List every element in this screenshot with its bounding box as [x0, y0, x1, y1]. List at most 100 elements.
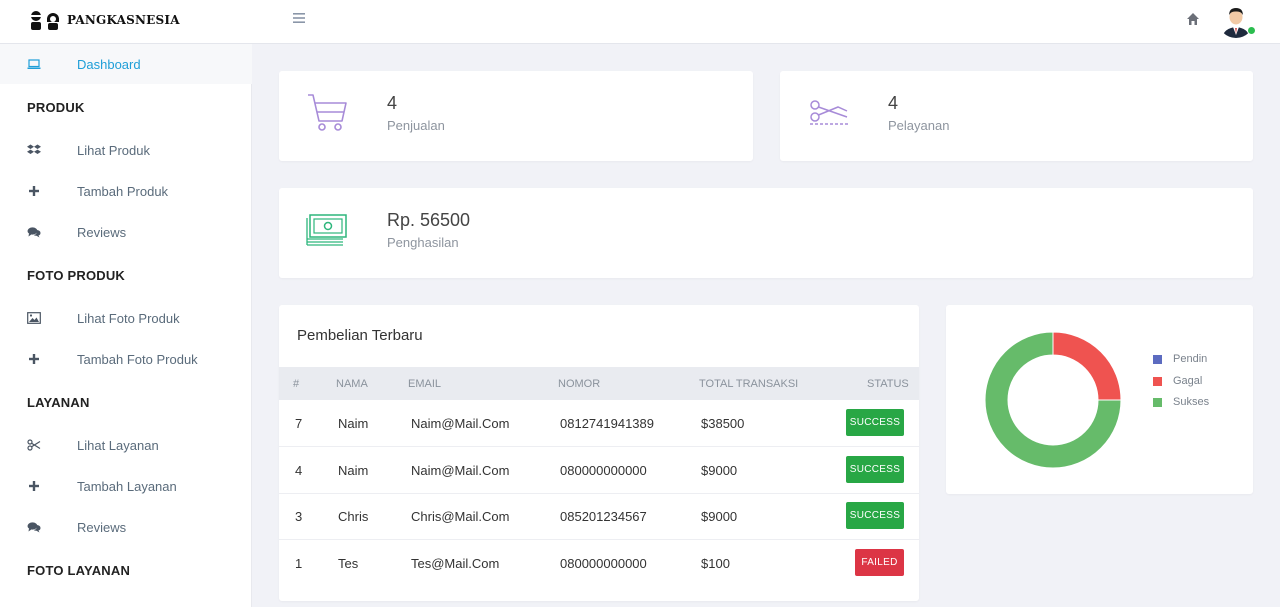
sidebar-item-lihat-layanan[interactable]: Lihat Layanan — [0, 425, 252, 465]
comments-icon — [27, 520, 41, 534]
status-badge: SUCCESS — [846, 409, 904, 436]
plus-icon — [27, 184, 41, 198]
plus-icon — [27, 479, 41, 493]
brand-logo-icon — [28, 10, 60, 30]
cell-id: 4 — [295, 463, 303, 478]
stat-card-pelayanan: 4 Pelayanan — [780, 71, 1253, 161]
cell-email: Tes@Mail.Com — [411, 556, 500, 571]
sidebar-item-lihat-produk[interactable]: Lihat Produk — [0, 130, 252, 170]
sidebar-item-tambah-layanan[interactable]: Tambah Layanan — [0, 466, 252, 506]
legend-item-sukses[interactable]: Sukses — [1153, 396, 1209, 408]
table-row[interactable]: 7 Naim Naim@Mail.Com 0812741941389 $3850… — [279, 400, 919, 447]
legend-item-pendin[interactable]: Pendin — [1153, 353, 1207, 365]
image-icon — [27, 311, 41, 325]
stat-value: 4 — [387, 93, 398, 113]
table-row[interactable]: 3 Chris Chris@Mail.Com 085201234567 $900… — [279, 493, 919, 540]
legend-label: Pendin — [1173, 353, 1208, 365]
sidebar-item-lihat-foto-produk[interactable]: Lihat Foto Produk — [0, 298, 252, 338]
sidebar-item-label: Tambah Layanan — [77, 478, 177, 494]
stat-card-penjualan: 4 Penjualan — [279, 71, 753, 161]
sidebar-section-layanan: LAYANAN — [27, 395, 90, 410]
legend-label: Sukses — [1173, 396, 1210, 408]
column-header: EMAIL — [408, 378, 442, 390]
money-icon — [305, 208, 349, 252]
stat-label: Penghasilan — [387, 235, 459, 250]
stat-label: Penjualan — [387, 118, 445, 133]
sidebar-item-label: Dashboard — [77, 56, 141, 72]
cell-id: 3 — [295, 509, 303, 524]
sidebar-section-foto-produk: FOTO PRODUK — [27, 268, 126, 283]
scissors-icon — [806, 91, 850, 135]
sidebar-item-reviews-layanan[interactable]: Reviews — [0, 507, 252, 547]
sidebar-item-reviews-produk[interactable]: Reviews — [0, 212, 252, 252]
legend-swatch — [1153, 376, 1162, 386]
cell-id: 1 — [295, 556, 303, 571]
plus-icon — [27, 352, 41, 366]
cell-nama: Tes — [338, 556, 359, 571]
sidebar-section-foto-layanan: FOTO LAYANAN — [27, 563, 131, 578]
dropbox-icon — [27, 143, 41, 157]
cell-nomor: 080000000000 — [560, 463, 647, 478]
cell-nomor: 0812741941389 — [560, 416, 654, 431]
home-icon[interactable] — [1186, 12, 1200, 26]
stat-value: 4 — [888, 93, 899, 113]
table-header: # NAMA EMAIL NOMOR TOTAL TRANSAKSI STATU… — [279, 367, 919, 400]
recent-purchases-card: Pembelian Terbaru # NAMA EMAIL NOMOR TOT… — [279, 305, 919, 601]
laptop-icon — [27, 57, 41, 71]
column-header: NOMOR — [558, 378, 601, 390]
cell-nama: Naim — [338, 463, 369, 478]
column-header: TOTAL TRANSAKSI — [699, 378, 799, 390]
sidebar-item-label: Lihat Layanan — [77, 437, 159, 453]
cell-total: $100 — [701, 556, 730, 571]
status-badge: SUCCESS — [846, 456, 904, 483]
chart-slice-gagal[interactable] — [1052, 331, 1122, 401]
table-row[interactable]: 1 Tes Tes@Mail.Com 080000000000 $100 FAI… — [279, 540, 919, 587]
cell-id: 7 — [295, 416, 303, 431]
legend-swatch — [1153, 397, 1162, 407]
table-title: Pembelian Terbaru — [297, 327, 423, 344]
cell-email: Naim@Mail.Com — [411, 416, 510, 431]
doughnut-chart — [984, 331, 1122, 469]
cell-nomor: 085201234567 — [560, 509, 647, 524]
column-header: STATUS — [867, 378, 909, 390]
cell-email: Naim@Mail.Com — [411, 463, 510, 478]
cell-total: $9000 — [701, 463, 738, 478]
comments-icon — [27, 225, 41, 239]
scissors-icon — [27, 438, 41, 452]
cell-nama: Chris — [338, 509, 369, 524]
sidebar-item-label: Lihat Foto Produk — [77, 310, 180, 326]
cell-nomor: 080000000000 — [560, 556, 647, 571]
sidebar-item-tambah-produk[interactable]: Tambah Produk — [0, 171, 252, 211]
sidebar-item-label: Reviews — [77, 519, 127, 535]
top-header: PANGKASNESIA — [0, 0, 1280, 44]
menu-toggle-icon[interactable] — [292, 11, 308, 27]
brand[interactable]: PANGKASNESIA — [28, 9, 180, 31]
online-status-indicator — [1247, 26, 1256, 35]
status-chart-card: Pendin Gagal Sukses — [946, 305, 1253, 494]
cell-email: Chris@Mail.Com — [411, 509, 510, 524]
legend-item-gagal[interactable]: Gagal — [1153, 375, 1202, 387]
stat-label: Pelayanan — [888, 118, 950, 133]
shopping-cart-icon — [305, 91, 349, 135]
cell-nama: Naim — [338, 416, 369, 431]
table-row[interactable]: 4 Naim Naim@Mail.Com 080000000000 $9000 … — [279, 447, 919, 494]
sidebar: Dashboard PRODUK Lihat Produk Tambah Pro… — [0, 44, 252, 607]
sidebar-item-tambah-foto-produk[interactable]: Tambah Foto Produk — [0, 339, 252, 379]
sidebar-item-label: Lihat Produk — [77, 142, 150, 158]
legend-swatch — [1153, 354, 1162, 364]
cell-total: $9000 — [701, 509, 738, 524]
sidebar-item-label: Reviews — [77, 224, 127, 240]
status-badge: SUCCESS — [846, 502, 904, 529]
sidebar-item-label: Tambah Foto Produk — [77, 351, 198, 367]
brand-name: PANGKASNESIA — [67, 13, 180, 27]
sidebar-item-label: Tambah Produk — [77, 183, 169, 199]
column-header: # — [293, 378, 300, 390]
legend-label: Gagal — [1173, 375, 1203, 387]
stat-value: Rp. 56500 — [387, 210, 471, 230]
column-header: NAMA — [336, 378, 368, 390]
status-badge: FAILED — [855, 549, 904, 576]
sidebar-item-dashboard[interactable]: Dashboard — [0, 44, 252, 84]
sidebar-section-produk: PRODUK — [27, 100, 85, 115]
cell-total: $38500 — [701, 416, 745, 431]
stat-card-penghasilan: Rp. 56500 Penghasilan — [279, 188, 1253, 278]
